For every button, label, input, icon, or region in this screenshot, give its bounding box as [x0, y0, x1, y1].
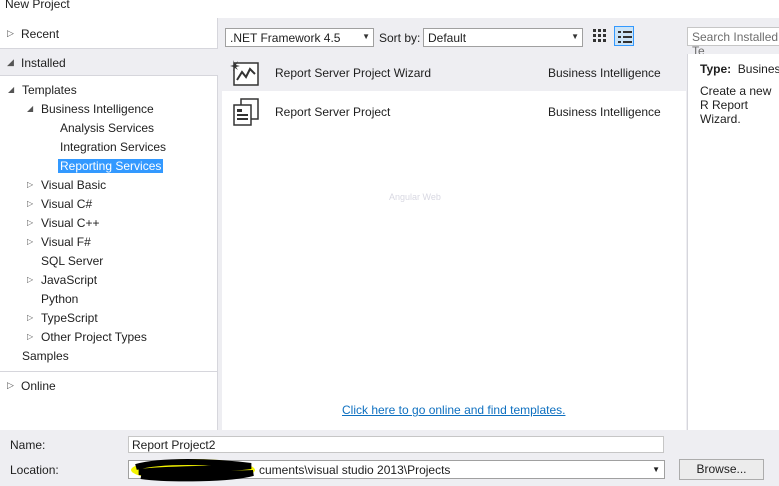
tree-item-python[interactable]: Python	[27, 290, 80, 308]
template-category: Business Intelligence	[548, 105, 661, 119]
expand-arrow-icon[interactable]: ▷	[27, 328, 39, 346]
tree-item-label: Visual F#	[41, 235, 91, 249]
expand-arrow-icon[interactable]: ▷	[27, 233, 39, 251]
type-label: Type:	[700, 62, 732, 76]
collapse-arrow-icon[interactable]: ◢	[7, 57, 14, 68]
collapse-arrow-icon[interactable]: ◢	[8, 81, 20, 99]
framework-value: .NET Framework 4.5	[230, 31, 341, 45]
chevron-down-icon: ▼	[362, 32, 370, 41]
section-online-label: Online	[21, 379, 56, 393]
template-row-report-server-project-wizard[interactable]: Report Server Project Wizard Business In…	[222, 54, 686, 91]
section-installed[interactable]: ◢ Installed	[0, 48, 218, 76]
template-name: Report Server Project	[275, 105, 391, 119]
find-templates-online-link[interactable]: Click here to go online and find templat…	[342, 403, 565, 417]
expand-arrow-icon[interactable]: ▷	[27, 195, 39, 213]
redaction-scribble	[131, 459, 255, 482]
sort-by-label: Sort by:	[379, 31, 421, 45]
tree-item-label: Reporting Services	[58, 159, 164, 173]
tree-item-visual-c[interactable]: ▷ Visual C++	[27, 214, 101, 232]
report-wizard-icon	[230, 60, 259, 86]
tree-item-samples[interactable]: Samples	[8, 347, 71, 365]
section-recent-label: Recent	[21, 27, 60, 41]
section-online[interactable]: ▷ Online	[0, 371, 218, 399]
tree-item-other-project-types[interactable]: ▷ Other Project Types	[27, 328, 149, 346]
tree-item-business-intelligence[interactable]: ◢ Business Intelligence	[27, 100, 156, 118]
expand-arrow-icon[interactable]: ▷	[27, 214, 39, 232]
template-row-report-server-project[interactable]: Report Server Project Business Intellige…	[222, 93, 686, 130]
tree-item-label: Templates	[22, 83, 77, 97]
tree-item-visual-c[interactable]: ▷ Visual C#	[27, 195, 94, 213]
location-value: cuments\visual studio 2013\Projects	[259, 463, 451, 477]
sort-dropdown[interactable]: Default ▼	[423, 28, 583, 47]
template-category: Business Intelligence	[548, 66, 661, 80]
tree-item-label: Samples	[22, 349, 69, 363]
chevron-down-icon: ▼	[652, 465, 660, 474]
list-icon	[618, 31, 632, 43]
tree-item-templates[interactable]: ◢ Templates	[8, 81, 79, 99]
tree-item-javascript[interactable]: ▷ JavaScript	[27, 271, 99, 289]
list-view-button[interactable]	[614, 26, 634, 46]
tree-item-label: Visual C#	[41, 197, 93, 211]
type-value: Business	[737, 62, 779, 76]
tree-item-label: Analysis Services	[60, 121, 155, 135]
template-type: Type: Business	[700, 62, 779, 76]
tree-item-label: Business Intelligence	[41, 102, 154, 116]
dialog-title: New Project	[5, 0, 70, 11]
tree-item-sql-server[interactable]: SQL Server	[27, 252, 105, 270]
dialog-title-bar: New Project	[0, 0, 779, 18]
tree-item-label: SQL Server	[41, 254, 104, 268]
expand-arrow-icon[interactable]: ▷	[7, 380, 14, 391]
tree-item-label: Visual Basic	[41, 178, 107, 192]
tree-item-label: Python	[41, 292, 79, 306]
tree-item-analysis-services[interactable]: Analysis Services	[46, 119, 156, 137]
expand-arrow-icon[interactable]: ▷	[27, 309, 39, 327]
tree-item-label: Other Project Types	[41, 330, 147, 344]
project-name-value: Report Project2	[132, 438, 216, 452]
chevron-down-icon: ▼	[571, 32, 579, 41]
report-project-icon	[233, 98, 259, 126]
location-combobox[interactable]: cuments\visual studio 2013\Projects ▼	[128, 459, 665, 482]
template-description: Create a new R Report Wizard.	[700, 84, 779, 126]
section-recent[interactable]: ▷ Recent	[0, 20, 218, 48]
project-name-input[interactable]: Report Project2	[128, 436, 664, 453]
tree-item-label: JavaScript	[41, 273, 98, 287]
name-label: Name:	[10, 438, 46, 452]
category-panel: ▷ Recent ◢ Installed ◢ Templates ◢ Business…	[0, 18, 218, 430]
framework-dropdown[interactable]: .NET Framework 4.5 ▼	[225, 28, 374, 47]
expand-arrow-icon[interactable]: ▷	[27, 271, 39, 289]
search-installed-input[interactable]: Search Installed Te	[687, 27, 779, 58]
small-icons-view-button[interactable]	[590, 26, 610, 46]
tree-item-typescript[interactable]: ▷ TypeScript	[27, 309, 100, 327]
tree-item-visual-basic[interactable]: ▷ Visual Basic	[27, 176, 108, 194]
browse-button[interactable]: Browse...	[679, 459, 764, 480]
location-label: Location:	[10, 463, 59, 477]
template-name: Report Server Project Wizard	[275, 66, 432, 80]
collapse-arrow-icon[interactable]: ◢	[27, 100, 39, 118]
tree-item-label: Visual C++	[41, 216, 100, 230]
expand-arrow-icon[interactable]: ▷	[7, 28, 14, 39]
tree-item-label: TypeScript	[41, 311, 98, 325]
tree-item-label: Integration Services	[60, 140, 167, 154]
faded-drag-ghost: Angular Web	[389, 192, 441, 202]
template-list: Report Server Project Wizard Business In…	[222, 54, 686, 430]
tree-item-integration-services[interactable]: Integration Services	[46, 138, 168, 156]
grid-icon	[593, 29, 606, 42]
section-installed-label: Installed	[21, 56, 66, 70]
sort-value: Default	[428, 31, 467, 45]
tree-item-visual-f[interactable]: ▷ Visual F#	[27, 233, 93, 251]
template-details-panel: Type: Business Create a new R Report Wiz…	[687, 54, 779, 430]
description-text: Create a new R Report Wizard.	[700, 84, 772, 126]
tree-item-reporting-services[interactable]: Reporting Services	[46, 157, 164, 175]
expand-arrow-icon[interactable]: ▷	[27, 176, 39, 194]
